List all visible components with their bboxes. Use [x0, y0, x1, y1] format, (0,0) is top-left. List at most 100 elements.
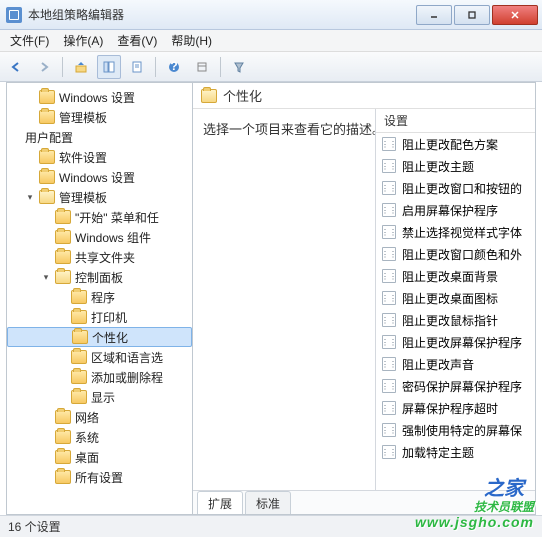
close-button[interactable]	[492, 5, 538, 25]
setting-item[interactable]: ⋮⋮阻止更改桌面背景	[376, 265, 535, 287]
tree-item[interactable]: 打印机	[7, 307, 192, 327]
tree-item[interactable]: 区域和语言选	[7, 347, 192, 367]
menu-help[interactable]: 帮助(H)	[165, 30, 218, 51]
up-level-button[interactable]	[69, 55, 93, 79]
tree-item[interactable]: 显示	[7, 387, 192, 407]
policy-icon: ⋮⋮	[382, 247, 396, 261]
tree-item[interactable]: ▾管理模板	[7, 187, 192, 207]
folder-icon	[55, 470, 71, 484]
toolbar-separator	[220, 57, 221, 77]
policy-icon: ⋮⋮	[382, 203, 396, 217]
folder-icon	[39, 170, 55, 184]
tree-item[interactable]: 添加或删除程	[7, 367, 192, 387]
tree-item-label: 桌面	[75, 449, 99, 466]
back-button[interactable]	[4, 55, 28, 79]
setting-item[interactable]: ⋮⋮屏幕保护程序超时	[376, 397, 535, 419]
folder-icon	[55, 430, 71, 444]
folder-icon	[55, 410, 71, 424]
policy-icon: ⋮⋮	[382, 313, 396, 327]
setting-item[interactable]: ⋮⋮强制使用特定的屏幕保	[376, 419, 535, 441]
minimize-button[interactable]	[416, 5, 452, 25]
setting-label: 阻止更改声音	[402, 356, 474, 373]
setting-label: 启用屏幕保护程序	[402, 202, 498, 219]
tree-item[interactable]: 系统	[7, 427, 192, 447]
maximize-button[interactable]	[454, 5, 490, 25]
help-button[interactable]: ?	[162, 55, 186, 79]
tree-item-label: "开始" 菜单和任	[75, 209, 159, 226]
menu-view[interactable]: 查看(V)	[111, 30, 163, 51]
tree-item-label: 软件设置	[59, 149, 107, 166]
tree-item[interactable]: 管理模板	[7, 107, 192, 127]
tree-item-label: 程序	[91, 289, 115, 306]
folder-icon	[55, 230, 71, 244]
menu-action[interactable]: 操作(A)	[57, 30, 109, 51]
tree-item[interactable]: 程序	[7, 287, 192, 307]
setting-item[interactable]: ⋮⋮阻止更改屏幕保护程序	[376, 331, 535, 353]
setting-item[interactable]: ⋮⋮阻止更改鼠标指针	[376, 309, 535, 331]
expand-spacer	[39, 410, 53, 424]
tree-item[interactable]: 软件设置	[7, 147, 192, 167]
properties-button[interactable]	[190, 55, 214, 79]
folder-icon	[39, 110, 55, 124]
svg-text:?: ?	[170, 60, 177, 73]
tree-item[interactable]: 个性化	[7, 327, 192, 347]
setting-item[interactable]: ⋮⋮阻止更改主题	[376, 155, 535, 177]
tree-pane[interactable]: Windows 设置管理模板用户配置软件设置Windows 设置▾管理模板"开始…	[7, 83, 193, 514]
tree-item-label: 网络	[75, 409, 99, 426]
forward-button[interactable]	[32, 55, 56, 79]
policy-icon: ⋮⋮	[382, 181, 396, 195]
collapse-icon[interactable]: ▾	[23, 190, 37, 204]
menu-file[interactable]: 文件(F)	[4, 30, 55, 51]
expand-spacer	[39, 450, 53, 464]
setting-item[interactable]: ⋮⋮阻止更改桌面图标	[376, 287, 535, 309]
tab-standard[interactable]: 标准	[245, 491, 291, 514]
setting-item[interactable]: ⋮⋮阻止更改声音	[376, 353, 535, 375]
tree-item[interactable]: 共享文件夹	[7, 247, 192, 267]
tree-item[interactable]: 用户配置	[7, 127, 192, 147]
setting-label: 密码保护屏幕保护程序	[402, 378, 522, 395]
folder-icon	[72, 330, 88, 344]
setting-item[interactable]: ⋮⋮阻止更改窗口颜色和外	[376, 243, 535, 265]
export-list-button[interactable]	[125, 55, 149, 79]
settings-list: ⋮⋮阻止更改配色方案⋮⋮阻止更改主题⋮⋮阻止更改窗口和按钮的⋮⋮启用屏幕保护程序…	[376, 133, 535, 463]
policy-icon: ⋮⋮	[382, 335, 396, 349]
tree-item-label: 添加或删除程	[91, 369, 163, 386]
tree-item[interactable]: Windows 设置	[7, 87, 192, 107]
filter-button[interactable]	[227, 55, 251, 79]
collapse-icon[interactable]: ▾	[39, 270, 53, 284]
tree-item[interactable]: Windows 设置	[7, 167, 192, 187]
tree-item[interactable]: 网络	[7, 407, 192, 427]
tab-extended[interactable]: 扩展	[197, 491, 243, 514]
tree-item[interactable]: ▾控制面板	[7, 267, 192, 287]
setting-item[interactable]: ⋮⋮阻止更改配色方案	[376, 133, 535, 155]
tree-item-label: 用户配置	[25, 129, 73, 146]
expand-spacer	[55, 290, 69, 304]
folder-icon	[71, 390, 87, 404]
toolbar-separator	[62, 57, 63, 77]
setting-label: 加载特定主题	[402, 444, 474, 461]
settings-column-header[interactable]: 设置	[376, 109, 535, 133]
expand-spacer	[9, 130, 23, 144]
setting-item[interactable]: ⋮⋮加载特定主题	[376, 441, 535, 463]
menubar: 文件(F) 操作(A) 查看(V) 帮助(H)	[0, 30, 542, 52]
tree-item[interactable]: Windows 组件	[7, 227, 192, 247]
show-hide-tree-button[interactable]	[97, 55, 121, 79]
statusbar: 16 个设置	[0, 515, 542, 537]
toolbar-separator	[155, 57, 156, 77]
folder-icon	[55, 450, 71, 464]
policy-icon: ⋮⋮	[382, 137, 396, 151]
setting-item[interactable]: ⋮⋮ 启用屏幕保护程序	[376, 199, 535, 221]
settings-panel: 设置 ⋮⋮阻止更改配色方案⋮⋮阻止更改主题⋮⋮阻止更改窗口和按钮的⋮⋮启用屏幕保…	[375, 109, 535, 490]
tree-item[interactable]: 所有设置	[7, 467, 192, 487]
setting-item[interactable]: ⋮⋮禁止选择视觉样式字体	[376, 221, 535, 243]
folder-icon	[71, 310, 87, 324]
tree-item-label: 系统	[75, 429, 99, 446]
tree-item[interactable]: 桌面	[7, 447, 192, 467]
expand-spacer	[39, 230, 53, 244]
setting-item[interactable]: ⋮⋮密码保护屏幕保护程序	[376, 375, 535, 397]
expand-spacer	[39, 470, 53, 484]
folder-icon	[71, 290, 87, 304]
setting-item[interactable]: ⋮⋮阻止更改窗口和按钮的	[376, 177, 535, 199]
tree-item[interactable]: "开始" 菜单和任	[7, 207, 192, 227]
tree-item-label: 显示	[91, 389, 115, 406]
